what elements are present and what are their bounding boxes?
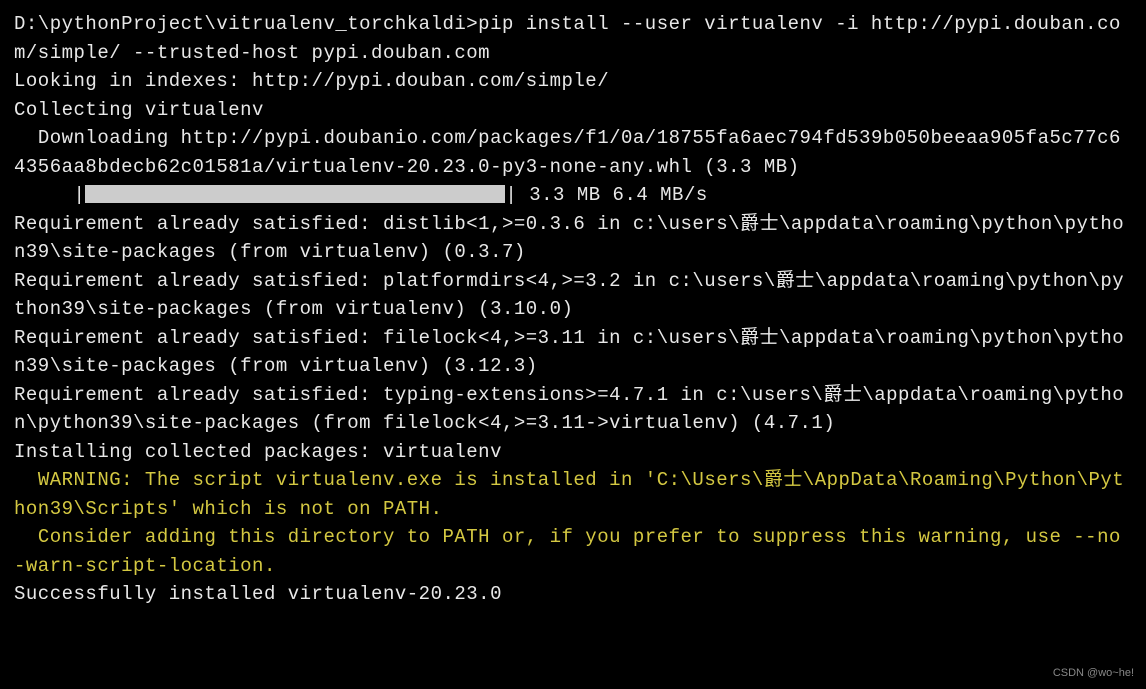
progress-bar-fill (85, 185, 505, 203)
watermark-text: CSDN @wo~he! (1053, 665, 1134, 682)
warning-line-1: WARNING: The script virtualenv.exe is in… (14, 466, 1132, 523)
requirement-satisfied-1: Requirement already satisfied: distlib<1… (14, 210, 1132, 267)
progress-prefix: | (14, 184, 85, 206)
progress-bar-line: | | 3.3 MB 6.4 MB/s (14, 181, 1132, 210)
requirement-satisfied-2: Requirement already satisfied: platformd… (14, 267, 1132, 324)
warning-line-2: Consider adding this directory to PATH o… (14, 523, 1132, 580)
requirement-satisfied-3: Requirement already satisfied: filelock<… (14, 324, 1132, 381)
downloading-line: Downloading http://pypi.doubanio.com/pac… (14, 124, 1132, 181)
requirement-satisfied-4: Requirement already satisfied: typing-ex… (14, 381, 1132, 438)
looking-indexes-line: Looking in indexes: http://pypi.douban.c… (14, 67, 1132, 96)
installing-line: Installing collected packages: virtualen… (14, 438, 1132, 467)
prompt-command-line: D:\pythonProject\vitrualenv_torchkaldi>p… (14, 10, 1132, 67)
collecting-line: Collecting virtualenv (14, 96, 1132, 125)
success-line: Successfully installed virtualenv-20.23.… (14, 580, 1132, 609)
progress-suffix: | 3.3 MB 6.4 MB/s (505, 184, 707, 206)
